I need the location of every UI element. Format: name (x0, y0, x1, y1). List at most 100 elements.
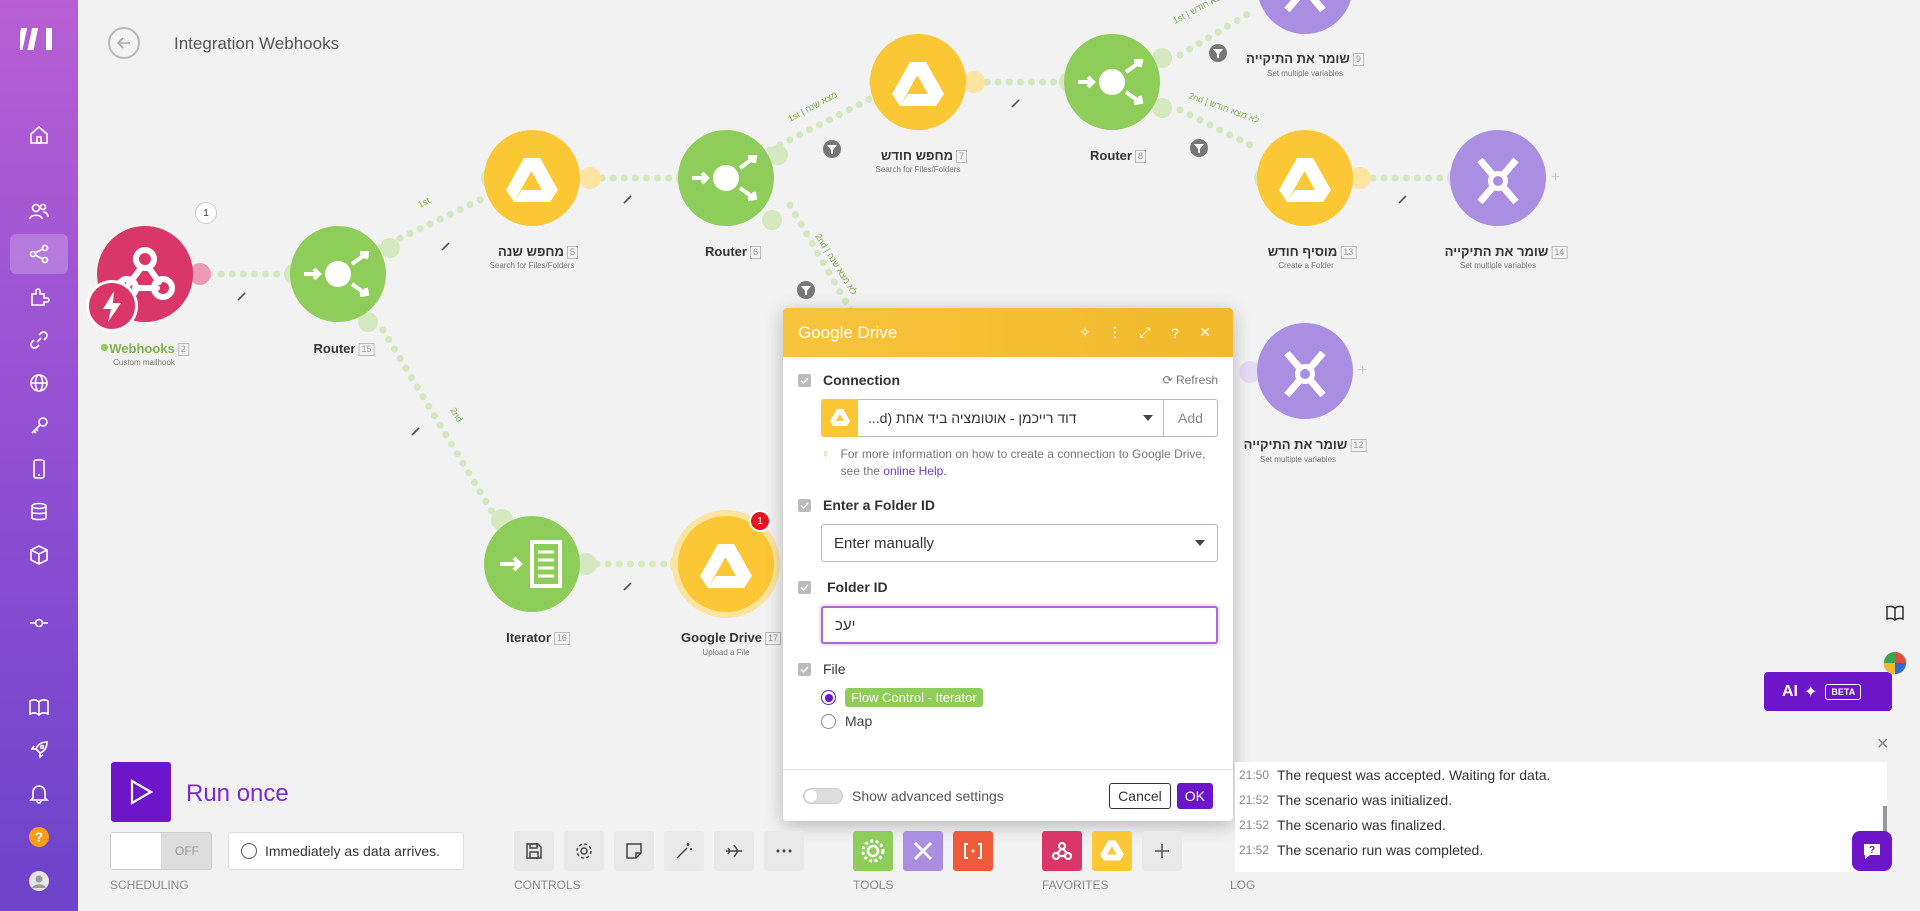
back-button[interactable] (108, 27, 140, 59)
save-button[interactable] (514, 831, 554, 871)
scheduling-toggle[interactable]: OFF (110, 832, 212, 870)
cancel-button[interactable]: Cancel (1109, 782, 1171, 809)
tool-flow-control[interactable] (853, 831, 893, 871)
file-option-map-label: Map (845, 713, 873, 729)
connection-value: דוד רייכמן - אוטומציה ביד אחת (d... (868, 410, 1077, 426)
collapse-checkbox[interactable] (798, 580, 811, 594)
folder-id-label: Folder ID (827, 579, 888, 595)
refresh-label: Refresh (1175, 373, 1218, 387)
tools-section-label: TOOLS (853, 878, 894, 892)
auto-align-button[interactable] (664, 831, 704, 871)
folder-mode-select[interactable]: Enter manually (821, 524, 1218, 562)
tools-node-keeper-9[interactable] (1257, 0, 1353, 34)
favorites-section-label: FAVORITES (1042, 878, 1109, 892)
folder-mode-label: Enter a Folder ID (823, 497, 936, 513)
advanced-settings-toggle[interactable] (803, 787, 843, 804)
save-icon (526, 843, 542, 859)
google-drive-icon (821, 399, 858, 437)
lightbulb-icon: ♀ (821, 447, 830, 461)
add-connection-button[interactable]: Add (1164, 399, 1218, 437)
color-palette-icon[interactable] (1882, 650, 1908, 676)
node-sub-keeper-12: Set multiple variables (1259, 455, 1337, 464)
tools-node-keeper-14[interactable] (1450, 130, 1546, 226)
collapse-checkbox[interactable] (798, 662, 811, 676)
schedule-setting[interactable]: Immediately as data arrives. (228, 832, 464, 870)
node-label-iterator: Iterator 16 (506, 630, 570, 646)
connection-select[interactable]: דוד רייכמן - אוטומציה ביד אחת (d... (858, 399, 1164, 437)
brackets-icon (964, 843, 982, 859)
add-module-plus-icon[interactable]: + (1358, 362, 1367, 380)
more-menu-icon[interactable]: ⋮ (1102, 320, 1128, 346)
settings-button[interactable] (564, 831, 604, 871)
magic-wand-icon (676, 843, 692, 859)
log-text: The request was accepted. Waiting for da… (1277, 766, 1551, 783)
ai-sparkle-icon[interactable]: ✧ (1072, 320, 1098, 346)
folder-id-input[interactable]: יעכ (821, 606, 1218, 644)
add-module-plus-icon[interactable]: + (1551, 169, 1560, 187)
node-sub-keeper-14: Set multiple variables (1459, 261, 1537, 270)
collapse-checkbox[interactable] (798, 498, 811, 512)
radio-selected[interactable] (821, 690, 836, 705)
sparkle-icon: ✦ (1804, 683, 1818, 701)
radio-unselected[interactable] (821, 713, 836, 729)
tools-icon (1284, 350, 1326, 398)
tool-tools[interactable] (903, 831, 943, 871)
log-text: The scenario was finalized. (1277, 816, 1446, 833)
expand-icon[interactable]: ⤢ (1132, 320, 1158, 346)
tool-json[interactable] (953, 831, 993, 871)
connection-hint: ♀ For more information on how to create … (821, 446, 1218, 480)
ok-button[interactable]: OK (1176, 782, 1213, 809)
iterator-node[interactable] (484, 516, 580, 612)
collapse-checkbox[interactable] (798, 373, 811, 387)
log-line: 21:52 The scenario run was completed. (1235, 837, 1887, 862)
file-option-iterator-label: Flow Control - Iterator (845, 688, 983, 707)
file-option-iterator[interactable]: Flow Control - Iterator (821, 688, 1218, 707)
log-time: 21:52 (1239, 842, 1270, 857)
router-node-15[interactable] (290, 226, 386, 322)
drive-node-search-month[interactable] (870, 34, 966, 130)
run-once-button[interactable] (111, 762, 171, 822)
tools-icon (913, 841, 933, 861)
favorite-google-drive[interactable] (1092, 831, 1132, 871)
file-option-map[interactable]: Map (821, 713, 1218, 729)
scheduling-section-label: SCHEDULING (110, 878, 189, 892)
gear-icon (861, 839, 885, 863)
online-help-link[interactable]: online Help. (883, 464, 946, 478)
docs-book-icon[interactable] (1882, 600, 1908, 626)
webhook-icon (1051, 841, 1073, 861)
log-panel: 21:50 The request was accepted. Waiting f… (1235, 762, 1887, 872)
log-text: The scenario was initialized. (1277, 791, 1453, 808)
favorite-webhooks[interactable] (1042, 831, 1082, 871)
drive-node-search-year[interactable] (484, 130, 580, 226)
more-controls-button[interactable] (764, 831, 804, 871)
tools-node-keeper-12[interactable] (1257, 323, 1353, 419)
node-label-keeper-9: שומר את התיקייה 9 (1246, 51, 1364, 67)
google-drive-dialog: Google Drive ✧ ⋮ ⤢ ? ✕ Connection ⟳ Refr… (783, 308, 1233, 821)
chat-help-button[interactable]: ? (1852, 831, 1892, 871)
advanced-settings-label: Show advanced settings (852, 787, 1004, 804)
run-once-label[interactable]: Run once (186, 780, 289, 808)
dialog-header: Google Drive ✧ ⋮ ⤢ ? ✕ (783, 308, 1233, 357)
page-title: Integration Webhooks (174, 34, 340, 53)
node-label-router-8: Router 8 (1090, 148, 1146, 164)
drive-node-add-month[interactable] (1257, 130, 1353, 226)
notes-button[interactable] (614, 831, 654, 871)
router-node-8[interactable] (1064, 34, 1160, 130)
iterator-icon (500, 540, 562, 588)
node-label-add-month: מוסיף חודש 13 (1268, 244, 1357, 260)
ai-assistant-button[interactable]: AI ✦ BETA (1764, 672, 1892, 711)
log-line: 21:52 The scenario was initialized. (1235, 787, 1887, 812)
play-icon (130, 779, 154, 805)
add-favorite-button[interactable] (1142, 831, 1182, 871)
folder-id-value: יעכ (835, 616, 856, 634)
log-time: 21:52 (1239, 792, 1270, 807)
help-icon[interactable]: ? (1162, 320, 1188, 346)
folder-mode-value: Enter manually (834, 534, 935, 552)
log-close-icon[interactable]: ✕ (1876, 734, 1889, 754)
close-icon[interactable]: ✕ (1192, 320, 1218, 346)
router-icon (1078, 59, 1144, 105)
router-node-6[interactable] (678, 130, 774, 226)
explain-flow-button[interactable] (714, 831, 754, 871)
refresh-button[interactable]: ⟳ Refresh (1163, 373, 1218, 387)
file-label: File (823, 661, 846, 677)
